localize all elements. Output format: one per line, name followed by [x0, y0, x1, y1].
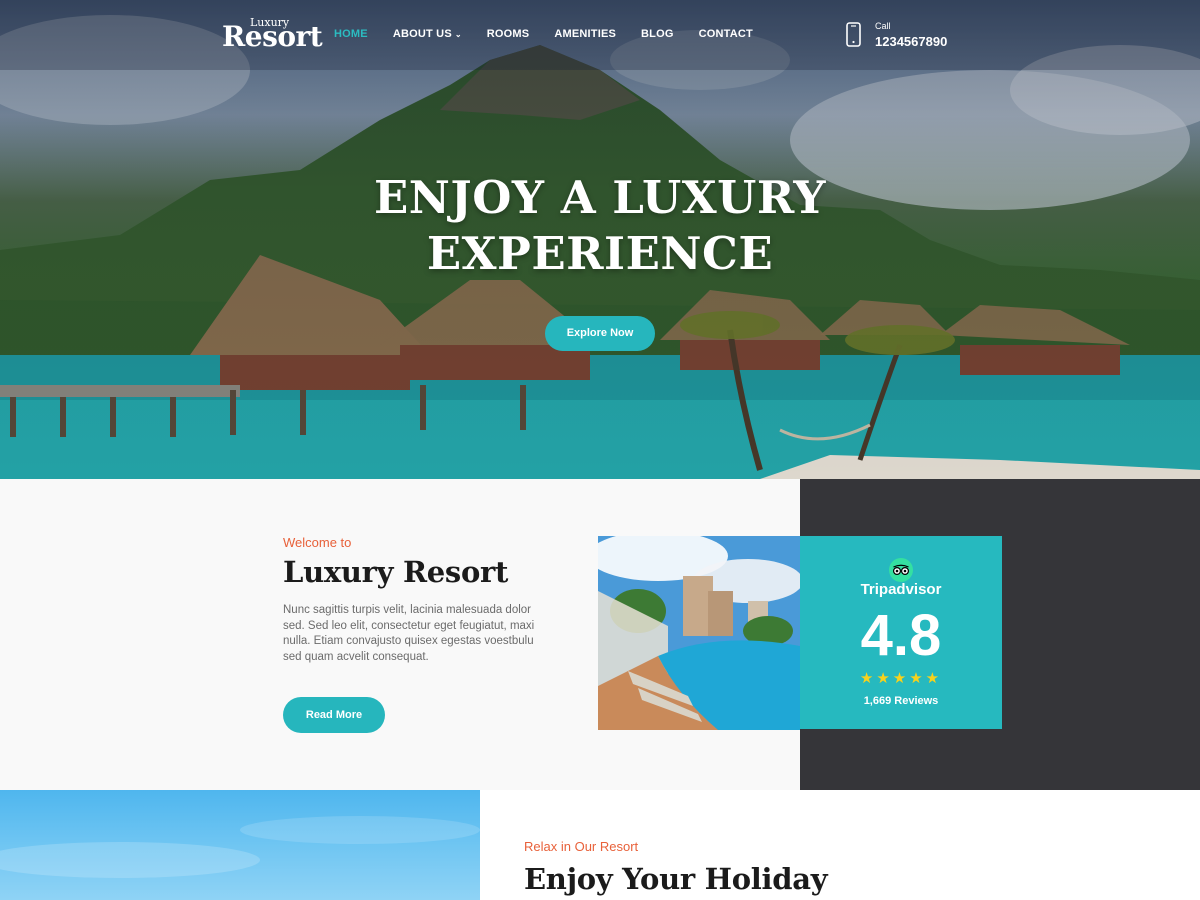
main-menu: HOME ABOUT US ⌄ ROOMS AMENITIES BLOG CONT… — [334, 28, 778, 40]
nav-rooms[interactable]: ROOMS — [487, 28, 530, 40]
call-label: Call — [875, 21, 891, 31]
tripadvisor-owl-icon — [889, 558, 913, 582]
relax-eyebrow: Relax in Our Resort — [524, 839, 639, 854]
hero-banner: Luxury Resort HOME ABOUT US ⌄ ROOMS AMENI… — [0, 0, 1200, 479]
tripadvisor-name: Tripadvisor — [860, 581, 942, 598]
nav-rooms-label: ROOMS — [486, 28, 530, 40]
tripadvisor-card[interactable]: Tripadvisor 4.8 ★★★★★ 1,669 Reviews — [800, 536, 1002, 729]
welcome-title: Luxury Resort — [283, 555, 509, 589]
chevron-down-icon: ⌄ — [454, 29, 462, 39]
review-count: 1,669 Reviews — [863, 695, 939, 707]
pool-image — [598, 536, 800, 730]
sky-image — [0, 816, 480, 878]
nav-contact-label: CONTACT — [698, 28, 753, 40]
nav-amenities-label: AMENITIES — [554, 28, 617, 40]
nav-home-label: HOME — [334, 28, 368, 40]
top-navigation: Luxury Resort HOME ABOUT US ⌄ ROOMS AMENI… — [0, 0, 1200, 70]
pool-photo — [598, 536, 800, 730]
nav-home[interactable]: HOME — [334, 28, 368, 40]
relax-title: Enjoy Your Holiday — [524, 862, 828, 896]
hero-title-line-2: EXPERIENCE — [426, 227, 774, 280]
nav-contact[interactable]: CONTACT — [699, 28, 753, 40]
logo-wordmark: Resort — [222, 20, 323, 53]
hero-title: ENJOY A LUXURY EXPERIENCE — [300, 170, 900, 282]
nav-about-us[interactable]: ABOUT US ⌄ — [393, 28, 462, 40]
nav-amenities[interactable]: AMENITIES — [554, 28, 616, 40]
rating-score: 4.8 — [860, 603, 942, 668]
star-rating-icon: ★★★★★ — [859, 670, 943, 687]
phone-icon — [846, 22, 861, 47]
nav-blog[interactable]: BLOG — [641, 28, 674, 40]
welcome-eyebrow: Welcome to — [283, 535, 352, 550]
hero-title-line-1: ENJOY A LUXURY — [373, 171, 826, 224]
sky-photo — [0, 790, 480, 900]
explore-now-button[interactable]: Explore Now — [545, 316, 655, 351]
nav-blog-label: BLOG — [641, 28, 674, 40]
call-number: 1234567890 — [875, 34, 948, 49]
welcome-description: Nunc sagittis turpis velit, lacinia male… — [283, 604, 535, 663]
read-more-button[interactable]: Read More — [283, 697, 385, 733]
nav-about-us-label: ABOUT US — [392, 28, 452, 40]
